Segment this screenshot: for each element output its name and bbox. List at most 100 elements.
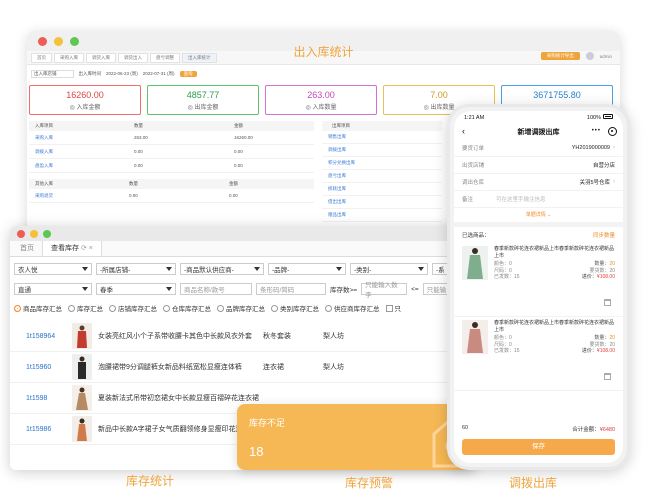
product-meta-row: 已发数：15 进价：¥108.00 bbox=[494, 348, 615, 355]
table-header: 其他入库 数量 金额 bbox=[29, 179, 314, 189]
cell: 0.00 bbox=[129, 193, 138, 198]
season-select[interactable]: 春季 bbox=[96, 283, 176, 295]
radio-product-summary[interactable]: 商品库存汇总 bbox=[14, 303, 62, 313]
low-stock-card[interactable]: 库存不足 18 bbox=[237, 404, 480, 470]
radio-label: 商品库存汇总 bbox=[23, 306, 62, 313]
radio-label: 类别库存汇总 bbox=[280, 306, 319, 313]
row-link[interactable]: 盘亏出库 bbox=[322, 173, 346, 179]
supplier-select[interactable]: -商品默认供应商- bbox=[180, 263, 264, 275]
time-label: 出入库时间 bbox=[78, 71, 102, 76]
category-select[interactable]: -类别- bbox=[350, 263, 428, 275]
col-header: 其他入库 bbox=[35, 181, 53, 186]
radio-dot bbox=[325, 304, 332, 312]
row-link[interactable]: 积分兑换出库 bbox=[322, 160, 355, 166]
product-name: 春季新款碎花连衣裙新品上市春季新款碎花连衣裙新品上市 bbox=[494, 320, 615, 333]
form-row-warehouse[interactable]: 调出仓库 关羽5号仓库 › bbox=[454, 174, 623, 191]
refresh-icon[interactable]: ⟳ bbox=[81, 245, 87, 252]
row-link[interactable]: 损耗出库 bbox=[322, 186, 346, 192]
channel-select[interactable]: 直通 bbox=[14, 283, 92, 295]
cell: 0.00 bbox=[134, 149, 143, 154]
card-value: 263.00 bbox=[307, 90, 335, 100]
card-label: ◎ 入库数量 bbox=[305, 105, 337, 111]
io-type-select[interactable]: 出入库店铺 bbox=[31, 70, 74, 78]
stock-min-input[interactable]: 只能输入数字 bbox=[361, 282, 408, 299]
product-id-link[interactable]: 1t15986 bbox=[10, 426, 72, 433]
brand-select[interactable]: -品牌- bbox=[268, 263, 346, 275]
radio-stock-summary[interactable]: 库存汇总 bbox=[68, 303, 103, 313]
radio-store-summary[interactable]: 店铺库存汇总 bbox=[109, 303, 157, 313]
sync-qty-button[interactable]: 同步数量 bbox=[593, 231, 615, 239]
row-link[interactable]: 调拨入库 bbox=[29, 149, 134, 155]
product-meta-row: 已发数：15 进价：¥108.00 bbox=[494, 274, 615, 281]
product-info: 春季新款碎花连衣裙新品上市春季新款碎花连衣裙新品上市 颜色：0 数量：20 尺码… bbox=[494, 320, 615, 387]
cell: 0.00 bbox=[234, 163, 243, 168]
only-checkbox[interactable]: 只 bbox=[385, 303, 402, 313]
form-row-order[interactable]: 要货订单 YH2019000009 › bbox=[454, 140, 623, 157]
form-row-store[interactable]: 出货店铺 自营分店 bbox=[454, 157, 623, 174]
row-link[interactable]: 采购入库 bbox=[29, 135, 134, 141]
product-id-link[interactable]: 1t158964 bbox=[10, 333, 72, 340]
radio-dot bbox=[14, 304, 21, 312]
product-price: 进价：¥108.00 bbox=[581, 348, 615, 354]
product-id-link[interactable]: 1t15960 bbox=[10, 364, 72, 371]
row-link[interactable]: 盘盈入库 bbox=[29, 163, 134, 169]
query-button[interactable]: 查询 bbox=[179, 71, 197, 77]
back-icon[interactable]: ‹ bbox=[462, 126, 465, 136]
maximize-dot[interactable] bbox=[43, 230, 51, 238]
close-dot[interactable] bbox=[17, 230, 25, 238]
product-card[interactable]: 春季新款碎花连衣裙新品上市春季新款碎花连衣裙新品上市 颜色：0 数量：20 尺码… bbox=[454, 317, 623, 391]
radio-dot bbox=[109, 304, 116, 312]
radio-label: 库存汇总 bbox=[77, 306, 103, 313]
company-select[interactable]: 衣人悦 bbox=[14, 263, 92, 275]
product-price: 进价：¥108.00 bbox=[581, 274, 615, 280]
trash-icon[interactable] bbox=[604, 299, 611, 306]
store-select[interactable]: -所属店铺- bbox=[96, 263, 176, 275]
tab-home[interactable]: 首页 bbox=[12, 240, 42, 256]
field-label: 备注 bbox=[462, 197, 474, 203]
select-value: -商品默认供应商- bbox=[184, 267, 234, 274]
radio-supplier-summary[interactable]: 供应商库存汇总 bbox=[325, 303, 380, 313]
field-value: YH2019000009 bbox=[571, 145, 610, 151]
user-area: 采购统计导出 admin bbox=[540, 52, 612, 60]
checkbox-label: 只 bbox=[394, 306, 402, 313]
close-icon[interactable]: × bbox=[89, 245, 93, 252]
radio-brand-summary[interactable]: 品牌库存汇总 bbox=[217, 303, 265, 313]
product-id-link[interactable]: 1t1598 bbox=[10, 395, 72, 402]
card-value: 4857.77 bbox=[186, 90, 220, 100]
product-name-input[interactable]: 商品名称/款号 bbox=[180, 283, 252, 295]
barcode-input[interactable]: 条形码/简码 bbox=[256, 283, 326, 295]
radio-warehouse-summary[interactable]: 仓库库存汇总 bbox=[163, 303, 211, 313]
avatar[interactable] bbox=[585, 52, 594, 60]
product-card[interactable]: 春季新款碎花连衣裙新品上市春季新款碎花连衣裙新品上市 颜色：0 数量：20 尺码… bbox=[454, 243, 623, 317]
list-item: 调拨出库 bbox=[322, 144, 442, 157]
save-button[interactable]: 保存 bbox=[462, 439, 615, 455]
user-name[interactable]: admin bbox=[600, 54, 612, 59]
table-row: 1t15960 泡腰裙带9分调腿裤女新品料纸宽松显瘦连体裤 连衣裙 梨人坊 bbox=[10, 352, 468, 383]
radio-category-summary[interactable]: 类别库存汇总 bbox=[271, 303, 319, 313]
date-to[interactable]: 2022-07-31 (周) bbox=[143, 71, 175, 77]
phone-mockup: 1:21 AM 100% ‹ 新增调拨出库 ••• 要货订单 YH2019000… bbox=[447, 104, 630, 470]
detail-button[interactable]: 单据详情 ⌄ bbox=[454, 208, 623, 222]
row-link[interactable]: 销售出库 bbox=[322, 134, 346, 140]
product-brand: 梨人坊 bbox=[323, 364, 344, 371]
row-link[interactable]: 借出出库 bbox=[322, 199, 346, 205]
tab-view-stock[interactable]: 查看库存 ⟳ × bbox=[42, 239, 102, 256]
export-button[interactable]: 采购统计导出 bbox=[540, 52, 580, 60]
cell: 263.00 bbox=[134, 135, 148, 140]
list-item: 借出出库 bbox=[322, 196, 442, 209]
trash-icon[interactable] bbox=[604, 373, 611, 380]
more-icon[interactable]: ••• bbox=[592, 128, 601, 134]
capsule-icon[interactable] bbox=[608, 127, 617, 136]
remark-input[interactable]: 可在这里手输注信息 bbox=[496, 195, 615, 203]
minimize-dot[interactable] bbox=[30, 230, 38, 238]
row-link[interactable]: 调拨出库 bbox=[322, 147, 346, 153]
table-row: 采购退货 0.00 0.00 bbox=[29, 189, 314, 203]
status-bar: 1:21 AM 100% bbox=[454, 111, 623, 124]
form-row-remark[interactable]: 备注 可在这里手输注信息 bbox=[454, 191, 623, 208]
date-from[interactable]: 2022-06-23 (周) bbox=[106, 71, 138, 77]
product-name: 泡腰裙带9分调腿裤女新品料纸宽松显瘦连体裤 bbox=[98, 363, 242, 371]
row-link[interactable]: 采购退货 bbox=[29, 193, 129, 199]
row-link[interactable]: 赠品出库 bbox=[322, 212, 346, 218]
radio-dot bbox=[217, 304, 224, 312]
in-table: 入库项目 数量 金额 采购入库 263.00 16260.00 调拨入库 0.0… bbox=[29, 121, 314, 173]
